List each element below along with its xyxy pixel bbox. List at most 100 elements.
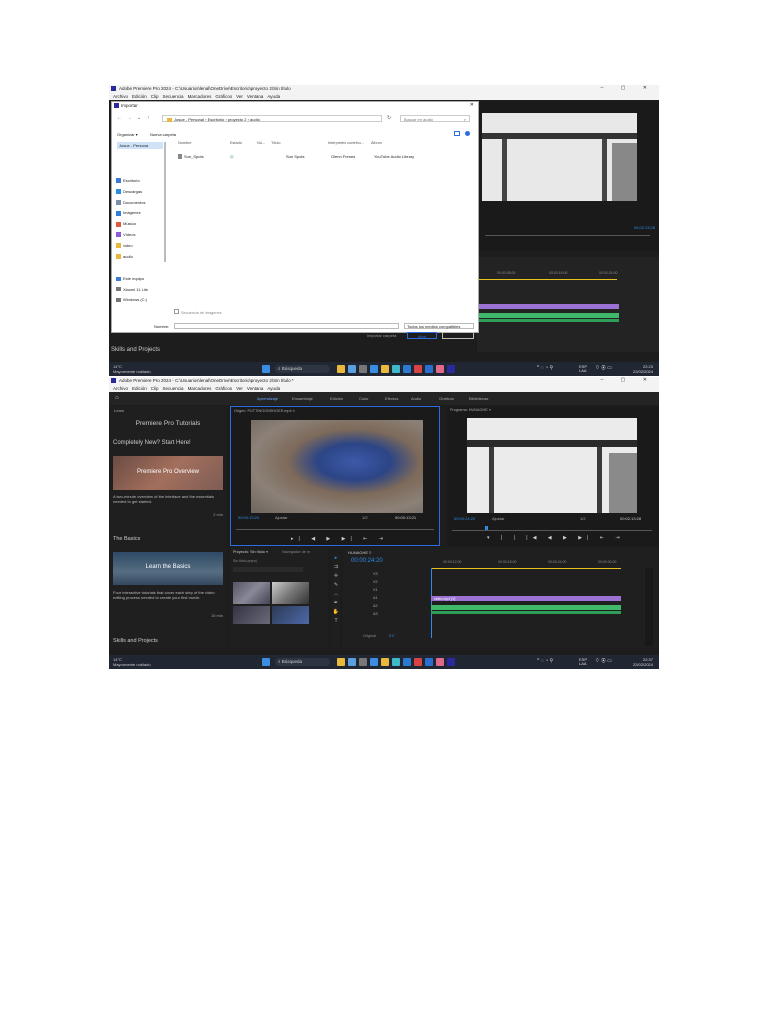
weather-widget[interactable]: 14°C Mayormente nublado — [113, 364, 151, 374]
open-button[interactable]: Abrir — [407, 332, 437, 339]
selection-tool-icon[interactable]: ▸ — [332, 554, 340, 563]
preview-pane-icon[interactable] — [454, 131, 460, 136]
image-sequence-checkbox[interactable]: Secuencia de imágenes — [174, 309, 222, 315]
track-header[interactable]: V3 — [353, 570, 423, 578]
filetype-select[interactable]: Todos los medios compatibles — [404, 323, 474, 329]
copilot-icon[interactable] — [348, 658, 356, 666]
track-header[interactable]: V1 — [353, 586, 423, 594]
sidebar-item-onedrive[interactable]: Josue - Persona — [117, 142, 163, 149]
resolution-select[interactable]: 1/2 — [362, 515, 368, 520]
audio-clip[interactable] — [431, 605, 621, 610]
address-bar[interactable]: Josue - Personal › Escritorio › proyecto… — [162, 115, 382, 122]
workspace-tab[interactable]: Ensamblaje — [292, 396, 313, 401]
forward-arrow-icon[interactable]: → — [127, 115, 132, 121]
track-header[interactable]: A2 — [353, 602, 423, 610]
sidebar-scrollbar[interactable] — [164, 142, 166, 262]
mail-icon[interactable] — [414, 658, 422, 666]
task-view-icon[interactable] — [359, 365, 367, 373]
app-icon[interactable] — [436, 365, 444, 373]
playhead-marker[interactable] — [485, 526, 488, 530]
weather-widget[interactable]: 14°C Mayormente nublado — [113, 657, 151, 667]
sidebar-item[interactable]: Escritorio — [116, 176, 166, 187]
video-clip[interactable] — [477, 304, 619, 309]
audio-clip[interactable] — [477, 313, 619, 318]
sidebar-item[interactable]: Windows (C:) — [116, 295, 148, 306]
column-header[interactable]: Álbum — [371, 141, 382, 145]
sidebar-item[interactable]: audio — [116, 252, 166, 263]
widgets-icon[interactable] — [337, 658, 345, 666]
audio-clip[interactable] — [477, 319, 619, 322]
workspace-tab[interactable]: Efectos — [385, 396, 398, 401]
mail-icon[interactable] — [414, 365, 422, 373]
menu-item[interactable]: Gráficos — [215, 93, 232, 100]
clip-thumbnail[interactable] — [272, 582, 309, 604]
column-header[interactable]: Intérpretes contribu... — [328, 141, 364, 145]
ripple-edit-icon[interactable]: ✛ — [332, 572, 340, 581]
source-scrub-bar[interactable] — [236, 529, 434, 530]
track-select-icon[interactable]: ⇉ — [332, 563, 340, 572]
chat-icon[interactable] — [370, 658, 378, 666]
premiere-icon[interactable] — [447, 365, 455, 373]
menu-item[interactable]: Marcadores — [188, 385, 212, 392]
sequence-tab[interactable]: HUNAGHE ≡ — [348, 550, 371, 555]
explorer-icon[interactable] — [381, 658, 389, 666]
menu-item[interactable]: Clip — [151, 93, 159, 100]
taskbar-search[interactable]: ⌕ Búsqueda — [275, 658, 330, 666]
wifi-sound-battery-icons[interactable]: ⌔ ◉ ▭ — [595, 366, 612, 371]
up-arrow-icon[interactable]: ↑ — [147, 115, 150, 121]
menu-item[interactable]: Edición — [132, 385, 147, 392]
menu-item[interactable]: Secuencia — [163, 93, 184, 100]
workspace-tab[interactable]: Gráficos — [439, 396, 454, 401]
dropbox-icon[interactable] — [425, 365, 433, 373]
new-folder-button[interactable]: Nueva carpeta — [150, 132, 176, 137]
menu-item[interactable]: Archivo — [113, 385, 128, 392]
column-header[interactable]: Estado — [230, 141, 242, 145]
import-folder-button[interactable]: Importar carpeta — [367, 333, 396, 338]
task-view-icon[interactable] — [359, 658, 367, 666]
system-clock[interactable]: 22:23 22/02/2024 — [633, 364, 653, 374]
chevron-down-icon[interactable]: ⌄ — [137, 115, 141, 121]
menu-item[interactable]: Edición — [132, 93, 147, 100]
menu-item[interactable]: Ver — [236, 93, 243, 100]
menu-item[interactable]: Ver — [236, 385, 243, 392]
workspace-tab[interactable]: Aprendizaje — [257, 396, 278, 401]
workspace-tab[interactable]: Edición — [330, 396, 343, 401]
menu-item[interactable]: Ayuda — [267, 385, 280, 392]
overview-tutorial-card[interactable]: Premiere Pro Overview — [113, 456, 223, 490]
mix-value[interactable]: 0.0 — [389, 634, 394, 638]
store-icon[interactable] — [403, 365, 411, 373]
sidebar-item[interactable]: video — [116, 241, 166, 252]
help-icon[interactable] — [465, 131, 470, 136]
track-header[interactable]: A1 — [353, 594, 423, 602]
clip-thumbnail[interactable] — [272, 606, 309, 624]
menu-item[interactable]: Archivo — [113, 93, 128, 100]
pen-icon[interactable]: ✒ — [332, 599, 340, 608]
project-search-input[interactable] — [233, 567, 303, 572]
audio-clip[interactable] — [431, 611, 621, 614]
menu-item[interactable]: Clip — [151, 385, 159, 392]
sidebar-item[interactable]: Xiaomi 11 Lite — [116, 285, 148, 296]
menu-item[interactable]: Secuencia — [163, 385, 184, 392]
menu-item[interactable]: Ventana — [247, 93, 264, 100]
copilot-icon[interactable] — [348, 365, 356, 373]
workspace-tab[interactable]: Audio — [411, 396, 421, 401]
slip-icon[interactable]: ↔ — [332, 590, 340, 599]
refresh-icon[interactable]: ↻ — [387, 115, 391, 121]
sidebar-item[interactable]: Imágenes — [116, 208, 166, 219]
app-icon[interactable] — [436, 658, 444, 666]
chat-icon[interactable] — [370, 365, 378, 373]
column-header[interactable]: Nombre — [178, 141, 192, 145]
premiere-icon[interactable] — [447, 658, 455, 666]
back-arrow-icon[interactable]: ← — [117, 115, 122, 121]
start-icon[interactable] — [262, 658, 270, 666]
razor-icon[interactable]: ✎ — [332, 581, 340, 590]
wifi-sound-battery-icons[interactable]: ⌔ ◉ ▭ — [595, 659, 612, 664]
sidebar-item[interactable]: Vídeos — [116, 230, 166, 241]
menu-item[interactable]: Gráficos — [215, 385, 232, 392]
home-icon[interactable]: ⌂ — [115, 395, 119, 401]
tab-media-browser[interactable]: Navegador de m — [282, 550, 310, 554]
fit-select[interactable]: Ajustar — [275, 515, 287, 520]
learn-tab[interactable]: Learn — [114, 408, 124, 413]
system-clock[interactable]: 22:37 22/02/2024 — [633, 657, 653, 667]
menu-item[interactable]: Ayuda — [267, 93, 280, 100]
